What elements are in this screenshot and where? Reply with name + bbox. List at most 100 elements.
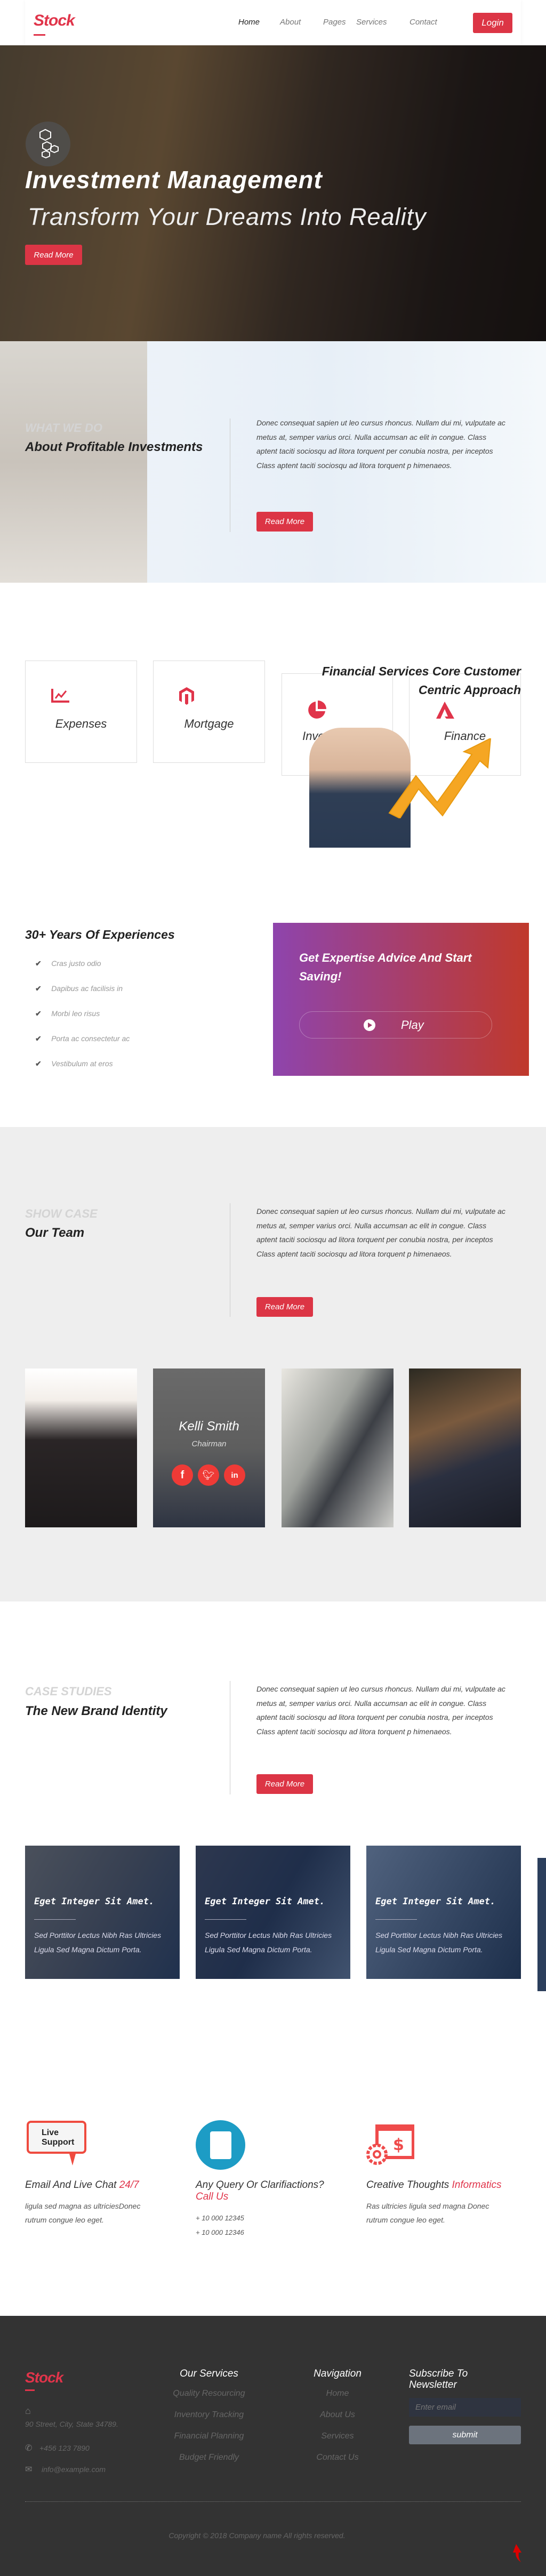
play-label: Play — [401, 1018, 424, 1032]
submit-button[interactable]: submit — [409, 2426, 521, 2444]
footer-logo[interactable]: Stock — [25, 2369, 63, 2386]
team-read-more-button[interactable]: Read More — [256, 1297, 313, 1317]
footer-address: 90 Street, City, State 34789. — [25, 2420, 118, 2428]
contact-title-chat: Email And Live Chat 24/7 — [25, 2179, 139, 2191]
footer: Stock ⌂ 90 Street, City, State 34789. ✆ … — [0, 2316, 546, 2576]
nav-services[interactable]: Services — [356, 18, 387, 27]
team-member-featured[interactable]: Kelli Smith Chairman f 🐦︎ in — [153, 1368, 265, 1527]
list-item: ✔ Cras justo odio — [35, 959, 101, 968]
speech-tail — [69, 2154, 76, 2166]
footer-nav-link[interactable]: About Us — [300, 2410, 375, 2420]
about-title: About Profitable Investments — [25, 440, 203, 454]
service-label: Mortgage — [184, 717, 234, 730]
copyright: Copyright © 2018 Company name All rights… — [168, 2531, 346, 2540]
footer-nav-link[interactable]: Services — [300, 2432, 375, 2441]
team-section: SHOW CASE Our Team Donec consequat sapie… — [0, 1127, 546, 1601]
team-text: Donec consequat sapien ut leo cursus rho… — [256, 1207, 505, 1258]
case-title: Eget Integer Sit Amet. — [205, 1896, 325, 1907]
member-role: Chairman — [191, 1439, 227, 1448]
about-text: Donec consequat sapien ut leo cursus rho… — [256, 418, 505, 470]
phone-icon: ✆ — [25, 2444, 33, 2453]
case-card[interactable]: Eget Integer Sit Amet. Sed Porttitor Lect… — [196, 1846, 350, 1979]
footer-service-link[interactable]: Budget Friendly — [156, 2453, 262, 2462]
contact-text-creative: Ras ultricies ligula sed magna Donec rut… — [366, 2202, 489, 2224]
team-member-photo[interactable] — [409, 1368, 521, 1527]
team-member-photo[interactable] — [282, 1368, 394, 1527]
svg-text:$: $ — [393, 2136, 404, 2154]
hero-subtitle: Transform Your Dreams Into Reality — [28, 203, 427, 230]
site-header: Stock Home About Pages Services Contact … — [25, 0, 521, 45]
nav-home[interactable]: Home — [238, 18, 260, 27]
adobe-icon — [436, 702, 454, 719]
service-card-mortgage[interactable]: Mortgage — [153, 661, 265, 763]
list-item: ✔ Morbi leo risus — [35, 1009, 100, 1018]
services-title: Financial Services Core Customer Centric… — [322, 664, 521, 697]
gear-dollar-icon: $ — [366, 2124, 414, 2165]
experience-title: 30+ Years Of Experiences — [25, 928, 175, 941]
footer-nav-link[interactable]: Home — [300, 2389, 375, 2398]
magento-icon — [179, 687, 194, 705]
footer-service-link[interactable]: Inventory Tracking — [156, 2410, 262, 2420]
list-item: ✔ Dapibus ac facilisis in — [35, 984, 123, 993]
play-button[interactable]: Play — [299, 1011, 492, 1039]
about-read-more-button[interactable]: Read More — [256, 512, 313, 532]
case-card[interactable]: Eget Integer Sit Amet. Sed Porttitor Lect… — [366, 1846, 521, 1979]
team-kicker: SHOW CASE — [25, 1207, 98, 1220]
case-text: Sed Porttitor Lectus Nibh Ras Ultricies … — [375, 1931, 503, 1954]
nav-about[interactable]: About — [280, 18, 301, 27]
cases-title: The New Brand Identity — [25, 1704, 167, 1718]
case-card[interactable]: Eget Integer Sit Amet. Sed Porttitor Lect… — [25, 1846, 180, 1979]
subscribe-title: Subscribe To Newsletter — [409, 2368, 468, 2390]
footer-nav-title: Navigation — [314, 2368, 362, 2379]
footer-service-link[interactable]: Financial Planning — [156, 2432, 262, 2441]
contact-text-chat: ligula sed magna as ultriciesDonec rutru… — [25, 2202, 141, 2224]
chart-line-icon — [51, 689, 69, 703]
case-title: Eget Integer Sit Amet. — [34, 1896, 155, 1907]
hero: Investment Management Transform Your Dre… — [0, 45, 546, 341]
footer-divider — [25, 2501, 521, 2502]
case-title: Eget Integer Sit Amet. — [375, 1896, 496, 1907]
check-icon: ✔ — [35, 1009, 42, 1018]
play-icon — [364, 1019, 375, 1031]
logo-underline — [34, 34, 45, 36]
promo-title: Get Expertise Advice And Start Saving! — [299, 951, 472, 983]
logo[interactable]: Stock — [34, 12, 75, 30]
cubes-icon — [26, 122, 70, 166]
phone-2[interactable]: + 10 000 12346 — [196, 2226, 244, 2240]
live-support-icon: Live Support — [27, 2121, 86, 2154]
home-icon: ⌂ — [25, 2405, 31, 2416]
back-to-top-arrow-icon[interactable] — [512, 2544, 523, 2562]
service-card-expenses[interactable]: Expenses — [25, 661, 137, 763]
footer-nav-link[interactable]: Contact Us — [300, 2453, 375, 2462]
promo-box: Get Expertise Advice And Start Saving! P… — [273, 923, 529, 1076]
twitter-icon[interactable]: 🐦︎ — [198, 1464, 219, 1486]
logo-underline — [25, 2389, 35, 2391]
footer-services-title: Our Services — [180, 2368, 238, 2379]
service-label: Expenses — [55, 717, 107, 730]
hero-read-more-button[interactable]: Read More — [25, 245, 82, 265]
about-image — [0, 341, 147, 583]
case-card-next[interactable] — [537, 1858, 546, 1991]
check-icon: ✔ — [35, 984, 42, 993]
linkedin-icon[interactable]: in — [224, 1464, 245, 1486]
cases-read-more-button[interactable]: Read More — [256, 1774, 313, 1794]
phone-1[interactable]: + 10 000 12345 — [196, 2211, 244, 2225]
team-member-photo[interactable] — [25, 1368, 137, 1527]
nav-pages[interactable]: Pages — [323, 18, 346, 27]
login-button[interactable]: Login — [473, 13, 512, 33]
facebook-icon[interactable]: f — [172, 1464, 193, 1486]
footer-phone[interactable]: +456 123 7890 — [39, 2444, 90, 2452]
growth-arrow-icon — [388, 738, 492, 818]
envelope-icon: ✉ — [25, 2465, 33, 2474]
list-item: ✔ Porta ac consectetur ac — [35, 1034, 130, 1043]
footer-email[interactable]: info@example.com — [42, 2465, 106, 2474]
about-section: WHAT WE DO About Profitable Investments … — [0, 341, 546, 583]
check-icon: ✔ — [35, 1059, 42, 1068]
nav-contact[interactable]: Contact — [410, 18, 437, 27]
case-text: Sed Porttitor Lectus Nibh Ras Ultricies … — [205, 1931, 332, 1954]
check-icon: ✔ — [35, 959, 42, 968]
footer-service-link[interactable]: Quality Resourcing — [156, 2389, 262, 2398]
pie-chart-icon — [308, 701, 326, 719]
newsletter-email-input[interactable] — [409, 2398, 521, 2417]
clipboard-icon — [196, 2120, 245, 2170]
